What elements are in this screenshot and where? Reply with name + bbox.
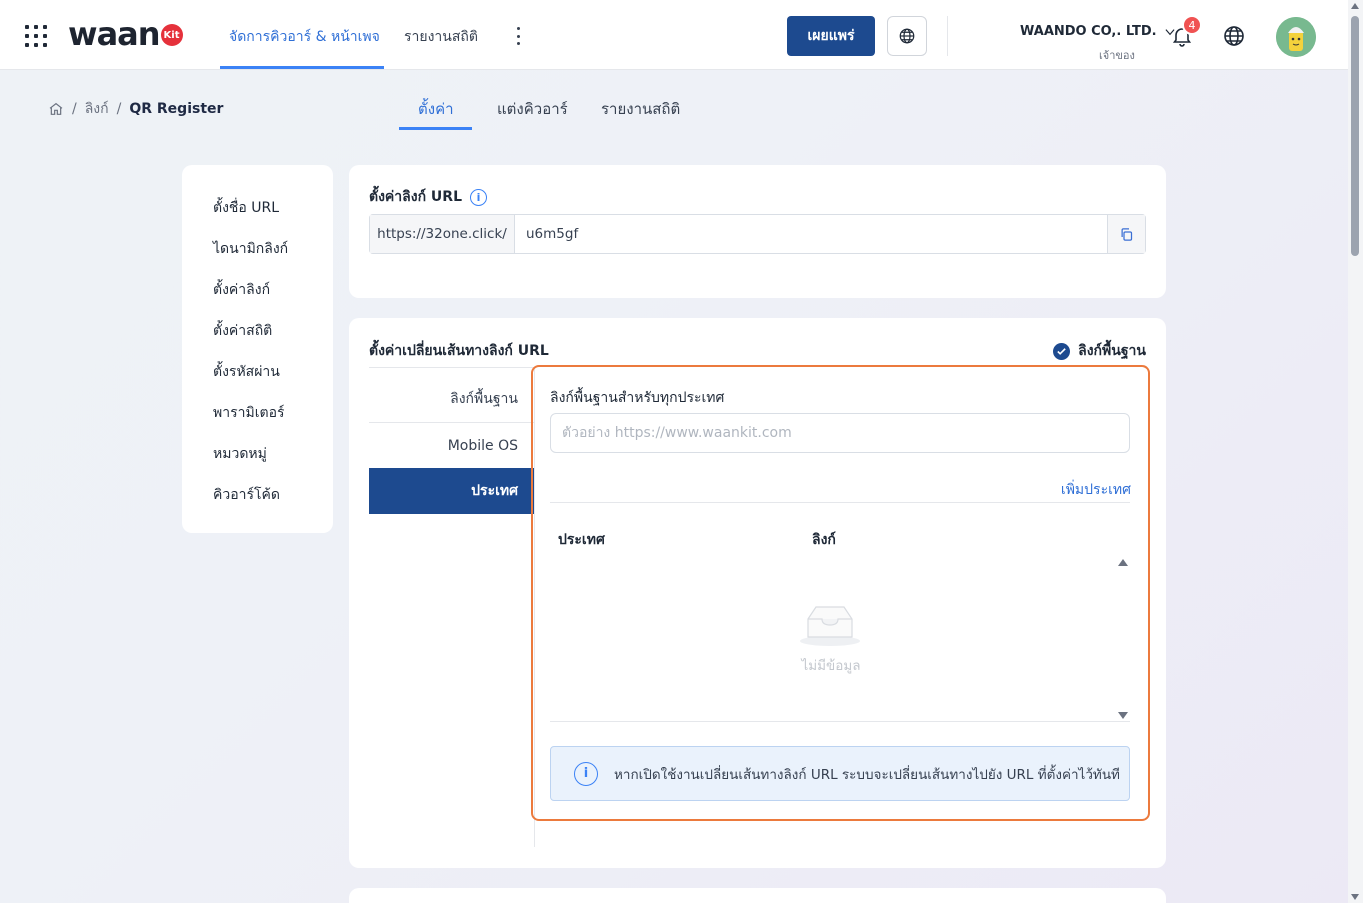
check-icon: [1053, 342, 1071, 360]
breadcrumb: / ลิงก์ / QR Register: [48, 98, 223, 120]
info-alert: i หากเปิดใช้งานเปลี่ยนเส้นทางลิงก์ URL ร…: [550, 746, 1130, 801]
next-settings-card: [349, 888, 1166, 903]
company-role: เจ้าของ: [1099, 49, 1135, 62]
copy-icon: [1121, 227, 1133, 241]
base-link-checkbox[interactable]: ลิงก์พื้นฐาน: [1053, 340, 1146, 362]
avatar-image: [1276, 17, 1316, 57]
publish-button[interactable]: เผยแพร่: [787, 16, 875, 56]
nav-active-indicator: [220, 66, 384, 69]
table-divider: [550, 721, 1130, 722]
language-globe-icon[interactable]: [1222, 24, 1246, 48]
company-switcher[interactable]: WAANDO CO,. LTD.: [1020, 24, 1177, 39]
breadcrumb-link[interactable]: ลิงก์: [85, 98, 109, 120]
table-divider: [550, 502, 1130, 503]
side-menu-item[interactable]: คิวอาร์โค้ด: [213, 484, 280, 506]
redirect-settings-card: ตั้งค่าเปลี่ยนเส้นทางลิงก์ URL ลิงก์พื้น…: [349, 318, 1166, 868]
copy-button[interactable]: [1107, 215, 1145, 253]
tab-settings[interactable]: ตั้งค่า: [418, 97, 454, 121]
redirect-tab-mobile-os[interactable]: Mobile OS: [369, 422, 534, 468]
logo-badge: Kit: [160, 24, 183, 46]
url-slug-input[interactable]: u6m5gf: [515, 215, 1107, 253]
country-redirect-panel: ลิงก์พื้นฐานสำหรับทุกประเทศ ตัวอย่าง htt…: [531, 365, 1150, 821]
scroll-down-arrow-icon[interactable]: [1351, 894, 1359, 900]
user-avatar[interactable]: [1276, 17, 1316, 57]
breadcrumb-current: QR Register: [129, 101, 224, 117]
scroll-up-arrow-icon[interactable]: [1351, 3, 1359, 9]
side-menu-item[interactable]: ไดนามิกลิงก์: [213, 238, 288, 260]
apps-grid-icon[interactable]: [25, 25, 47, 47]
company-name: WAANDO CO,. LTD.: [1020, 24, 1157, 39]
breadcrumb-separator: /: [116, 101, 122, 117]
url-card-title-row: ตั้งค่าลิงก์ URL i: [369, 186, 487, 208]
table-scroll-down-icon[interactable]: [1118, 712, 1128, 719]
side-menu-item[interactable]: ตั้งค่าสถิติ: [213, 320, 272, 342]
scrollbar-thumb[interactable]: [1351, 16, 1359, 256]
nav-manage-qr[interactable]: จัดการคิวอาร์ & หน้าเพจ: [229, 26, 380, 48]
top-header: waan Kit จัดการคิวอาร์ & หน้าเพจ รายงานส…: [0, 0, 1363, 70]
side-menu-item[interactable]: ตั้งค่าลิงก์: [213, 279, 270, 301]
info-icon[interactable]: i: [470, 188, 487, 206]
side-menu-item[interactable]: ตั้งชื่อ URL: [213, 197, 279, 219]
url-input-group: https://32one.click/ u6m5gf: [369, 214, 1146, 254]
home-icon[interactable]: [48, 101, 64, 117]
breadcrumb-separator: /: [72, 101, 77, 117]
table-scroll-up-icon[interactable]: [1118, 559, 1128, 566]
empty-state-text: ไม่มีข้อมูล: [801, 658, 861, 674]
notification-count-badge: 4: [1182, 15, 1202, 35]
add-country-link[interactable]: เพิ่มประเทศ: [1061, 479, 1131, 501]
redirect-tabs: ลิงก์พื้นฐาน Mobile OS ประเทศ: [369, 367, 534, 514]
info-icon: i: [574, 761, 598, 786]
tab-active-indicator: [399, 127, 472, 130]
empty-inbox-icon: [800, 606, 860, 646]
base-link-checkbox-label: ลิงก์พื้นฐาน: [1078, 343, 1146, 359]
tab-statistics[interactable]: รายงานสถิติ: [601, 97, 680, 121]
page-scrollbar[interactable]: [1348, 0, 1363, 903]
url-prefix: https://32one.click/: [370, 215, 515, 253]
logo[interactable]: waan Kit: [68, 16, 183, 52]
info-alert-text: หากเปิดใช้งานเปลี่ยนเส้นทางลิงก์ URL ระบ…: [614, 766, 1120, 783]
side-menu-item[interactable]: พารามิเตอร์: [213, 402, 285, 424]
nav-statistics[interactable]: รายงานสถิติ: [404, 26, 478, 48]
table-scrollbar[interactable]: [1116, 559, 1128, 719]
globe-icon: [899, 28, 915, 44]
side-menu-item[interactable]: หมวดหมู่: [213, 443, 267, 465]
tab-customize-qr[interactable]: แต่งคิวอาร์: [497, 97, 568, 121]
redirect-tab-base-link[interactable]: ลิงก์พื้นฐาน: [369, 367, 534, 422]
more-menu-icon[interactable]: [511, 24, 525, 48]
redirect-card-title: ตั้งค่าเปลี่ยนเส้นทางลิงก์ URL: [369, 343, 549, 359]
url-settings-card: ตั้งค่าลิงก์ URL i https://32one.click/ …: [349, 165, 1166, 298]
settings-side-menu: ตั้งชื่อ URL ไดนามิกลิงก์ ตั้งค่าลิงก์ ต…: [182, 165, 333, 533]
header-divider: [947, 16, 948, 56]
side-menu-item[interactable]: ตั้งรหัสผ่าน: [213, 361, 280, 383]
base-link-all-countries-label: ลิงก์พื้นฐานสำหรับทุกประเทศ: [550, 390, 725, 406]
logo-text: waan: [68, 15, 161, 53]
column-header-country: ประเทศ: [558, 532, 605, 548]
redirect-tab-country[interactable]: ประเทศ: [369, 468, 534, 514]
preview-globe-button[interactable]: [887, 16, 927, 56]
column-header-link: ลิงก์: [812, 532, 836, 548]
base-link-url-input[interactable]: ตัวอย่าง https://www.waankit.com: [550, 413, 1130, 453]
url-card-title: ตั้งค่าลิงก์ URL: [369, 189, 462, 205]
